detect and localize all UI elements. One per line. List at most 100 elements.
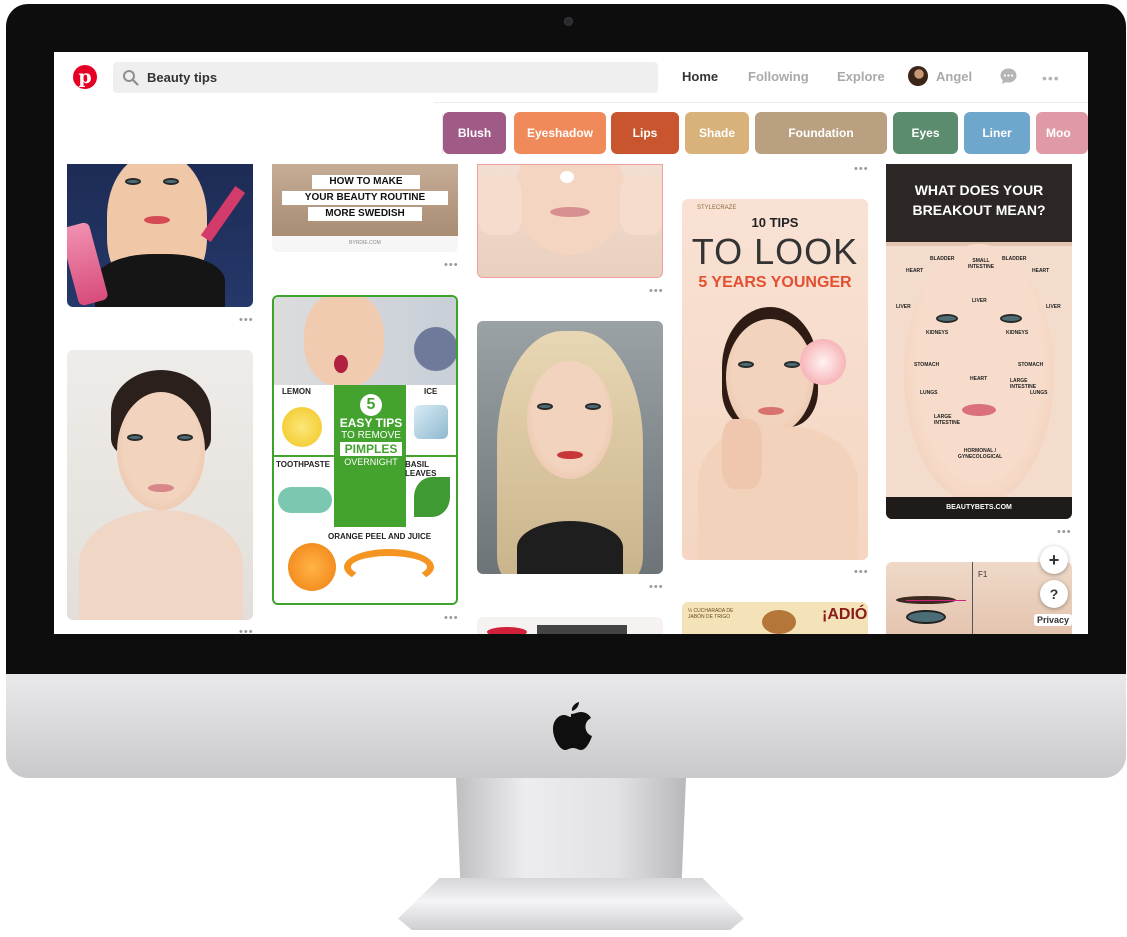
routine-title-line: YOUR BEAUTY ROUTINE <box>282 191 448 205</box>
chip-blush[interactable]: Blush <box>443 112 506 154</box>
zone-label: BLADDER <box>1002 256 1027 262</box>
pin-more-icon[interactable]: ••• <box>444 612 459 624</box>
pin-pimple-tips[interactable]: LEMON ICE TOOTHPASTE BASIL LEAVES 5 EASY… <box>272 295 458 605</box>
nav-explore[interactable]: Explore <box>837 69 885 84</box>
search-bar[interactable] <box>113 62 658 93</box>
basil-label: BASIL LEAVES <box>405 460 437 478</box>
tips-title: 5 EASY TIPS TO REMOVE PIMPLES OVERNIGHT <box>338 390 404 467</box>
monitor-stand-neck <box>456 778 686 888</box>
tips-sub: TO REMOVE <box>341 430 401 441</box>
search-icon <box>123 70 139 86</box>
chip-liner[interactable]: Liner <box>964 112 1030 154</box>
orange-peel-image <box>344 549 434 585</box>
pin-more-icon[interactable]: ••• <box>854 163 869 175</box>
model-eye-image <box>163 178 179 185</box>
model-eye-image <box>537 403 553 410</box>
sponge-image <box>414 327 456 371</box>
model-eye-image <box>936 314 958 323</box>
zone-label: LIVER <box>896 304 911 310</box>
zone-label: LARGE INTESTINE <box>934 414 961 426</box>
pin-blonde-portrait[interactable] <box>477 321 663 574</box>
pin-more-icon[interactable]: ••• <box>854 566 869 578</box>
model-lips-image <box>144 216 170 224</box>
more-options-icon[interactable]: ••• <box>1042 70 1060 86</box>
hand-image <box>722 419 762 489</box>
model-top-image <box>517 521 623 574</box>
pin-more-icon[interactable]: ••• <box>239 626 254 634</box>
hand-image <box>478 175 522 235</box>
basil-leaves-image <box>414 477 450 517</box>
guide-line <box>972 562 973 634</box>
zone-label: BLADDER <box>930 256 955 262</box>
pin-partial-bottom[interactable] <box>477 617 663 634</box>
top-navigation-bar: p Home Following Explore Angel ••• <box>54 52 1088 102</box>
model-eye-image <box>125 178 141 185</box>
pin-more-icon[interactable]: ••• <box>649 285 664 297</box>
messages-icon[interactable] <box>999 67 1018 86</box>
breakout-title: WHAT DOES YOUR BREAKOUT MEAN? <box>886 164 1072 242</box>
soap-image <box>762 610 796 634</box>
model-eye-image <box>127 434 143 441</box>
pin-breakout-map[interactable]: WHAT DOES YOUR BREAKOUT MEAN? BLADDER SM… <box>886 164 1072 519</box>
pin-more-icon[interactable]: ••• <box>649 581 664 593</box>
create-pin-button[interactable]: + <box>1040 546 1068 574</box>
zone-label: KIDNEYS <box>1006 330 1029 336</box>
cream-dot-image <box>560 171 574 183</box>
tips-tail: OVERNIGHT <box>344 457 398 467</box>
profile-name[interactable]: Angel <box>936 69 972 84</box>
nav-following[interactable]: Following <box>748 69 809 84</box>
pin-more-icon[interactable]: ••• <box>239 314 254 326</box>
help-button[interactable]: ? <box>1040 580 1068 608</box>
pin-bun-portrait[interactable] <box>67 350 253 620</box>
pinterest-logo-icon[interactable]: p <box>73 65 97 89</box>
toothpaste-image <box>278 487 332 513</box>
look-line-1: 10 TIPS <box>751 215 799 230</box>
pin-swedish-routine[interactable]: HOW TO MAKE YOUR BEAUTY ROUTINE MORE SWE… <box>272 164 458 252</box>
tips-keyword: PIMPLES <box>340 442 402 456</box>
model-face-image <box>527 361 613 479</box>
chip-mood[interactable]: Moo <box>1036 112 1088 154</box>
breakout-title-2: BREAKOUT MEAN? <box>912 202 1046 218</box>
model-face-image <box>904 244 1054 504</box>
breakout-footer: BEAUTYBETS.COM <box>886 497 1072 519</box>
model-eye-image <box>1000 314 1022 323</box>
privacy-link[interactable]: Privacy <box>1034 614 1073 626</box>
zone-label: HORMONAL / GYNECOLOGICAL <box>958 448 1003 460</box>
model-lips-image <box>962 404 996 416</box>
pin-mascara-model[interactable] <box>67 164 253 307</box>
makeup-brush-image <box>67 221 109 307</box>
pin-source: BYRDIE.COM <box>349 240 381 246</box>
flower-image <box>800 339 846 385</box>
pin-face-massage[interactable] <box>477 164 663 278</box>
partial-title-bar <box>537 625 627 634</box>
chip-shade[interactable]: Shade <box>685 112 749 154</box>
avatar[interactable] <box>908 66 928 86</box>
chip-foundation[interactable]: Foundation <box>755 112 887 154</box>
webcam <box>564 17 573 26</box>
header-divider <box>434 102 1088 103</box>
zone-label: STOMACH <box>1018 362 1044 368</box>
mascara-wand-image <box>200 185 246 243</box>
model-eye-image <box>784 361 800 368</box>
pin-more-icon[interactable]: ••• <box>444 259 459 271</box>
pin-tag: STYLECRAZE <box>697 205 737 211</box>
ice-cubes-image <box>414 405 448 439</box>
nav-home[interactable]: Home <box>682 69 718 84</box>
tips-heading: EASY TIPS <box>339 416 403 430</box>
zone-label: LARGE INTESTINE <box>1010 378 1037 390</box>
model-eye-image <box>177 434 193 441</box>
pin-adios-tips[interactable]: ½ CUCHARADA DE JABÓN DE TRIGO ¡ADIÓS <box>682 602 868 634</box>
chip-lips[interactable]: Lips <box>611 112 679 154</box>
pin-more-icon[interactable]: ••• <box>1057 526 1072 538</box>
chip-eyes[interactable]: Eyes <box>893 112 958 154</box>
chip-eyeshadow[interactable]: Eyeshadow <box>514 112 606 154</box>
adios-title: ¡ADIÓS <box>822 606 868 623</box>
ice-label: ICE <box>424 387 438 396</box>
zone-label: HEART <box>906 268 924 274</box>
zone-label: STOMACH <box>914 362 940 368</box>
pin-look-younger[interactable]: STYLECRAZE 10 TIPS TO LOOK 5 YEARS YOUNG… <box>682 199 868 560</box>
search-input[interactable] <box>147 62 647 93</box>
zone-label: LUNGS <box>1030 390 1048 396</box>
model-shoulders-image <box>79 510 243 620</box>
model-lips-image <box>758 407 784 415</box>
